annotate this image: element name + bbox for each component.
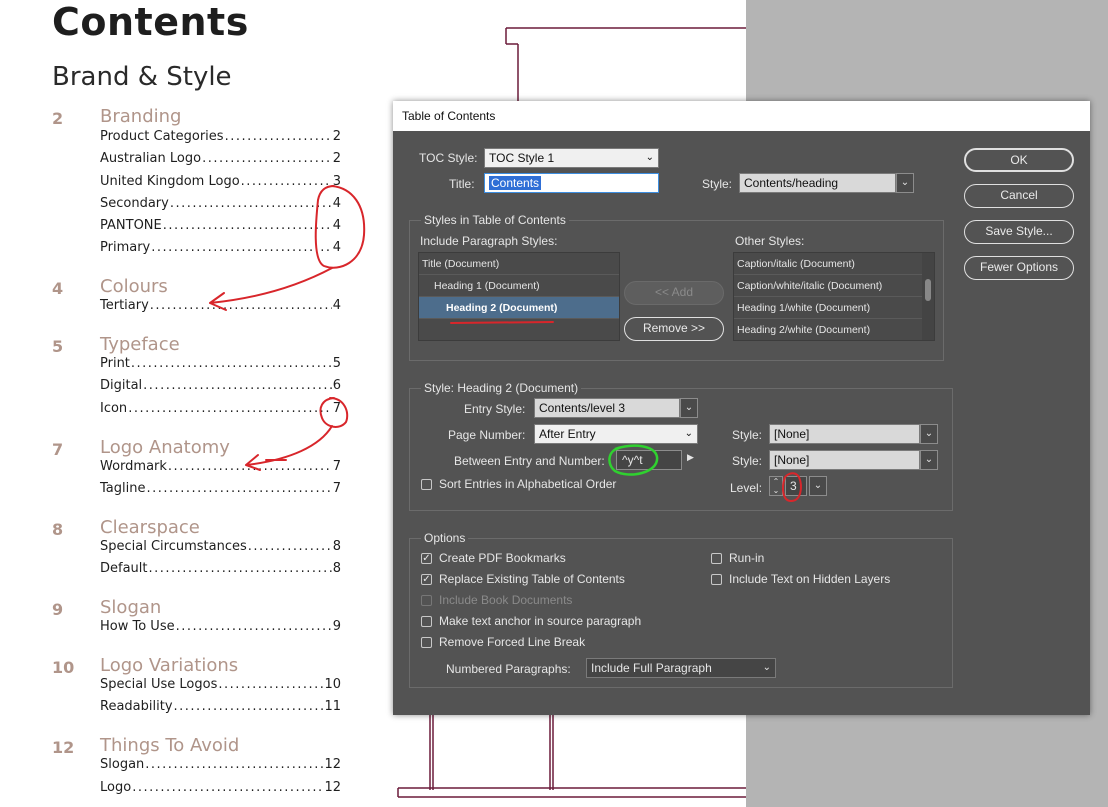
- toc-entry: Secondary 4: [100, 196, 341, 216]
- toc-entry: Wordmark 7: [100, 459, 341, 479]
- toc-entry: Tertiary 4: [100, 298, 341, 318]
- section-heading: Logo Variations: [100, 655, 239, 676]
- entry-text: How To Use: [100, 619, 175, 634]
- toc-entry: Print 5: [100, 356, 341, 376]
- toc-entry: Slogan 12: [100, 757, 341, 777]
- toc-entry: Icon 7: [100, 401, 341, 421]
- toc-entry: PANTONE 4: [100, 218, 341, 238]
- section-heading: Colours: [100, 276, 168, 297]
- page-title: Contents: [52, 0, 249, 44]
- entry-page: 4: [332, 218, 341, 233]
- entry-text: Primary: [100, 240, 151, 255]
- leader-dots: [202, 151, 332, 166]
- toc-entry: Digital 6: [100, 378, 341, 398]
- entry-page: 12: [324, 757, 341, 772]
- entry-text: Australian Logo: [100, 151, 202, 166]
- entry-text: Print: [100, 356, 130, 371]
- entry-page: 2: [332, 129, 341, 144]
- entry-text: Secondary: [100, 196, 169, 211]
- leader-dots: [128, 401, 332, 416]
- red-circle-level-value: [782, 472, 802, 503]
- entry-page: 7: [332, 401, 341, 416]
- toc-entry: Australian Logo 2: [100, 151, 341, 171]
- entry-page: 9: [332, 619, 341, 634]
- toc-entry: Tagline 7: [100, 481, 341, 501]
- entry-text: PANTONE: [100, 218, 162, 233]
- entry-text: Wordmark: [100, 459, 167, 474]
- leader-dots: [218, 677, 323, 692]
- toc-entry: Special Circumstances 8: [100, 539, 341, 559]
- toc-entry: Default 8: [100, 561, 341, 581]
- leader-dots: [149, 561, 332, 576]
- entry-page: 3: [332, 174, 341, 189]
- leader-dots: [145, 757, 323, 772]
- dialog-annotations: [450, 321, 802, 503]
- toc-entry: United Kingdom Logo 3: [100, 174, 341, 194]
- leader-dots: [225, 129, 332, 144]
- entry-page: 6: [332, 378, 341, 393]
- entry-page: 5: [332, 356, 341, 371]
- entry-text: Special Use Logos: [100, 677, 218, 692]
- leader-dots: [150, 298, 332, 313]
- leader-dots: [131, 356, 332, 371]
- section-number: 5: [52, 337, 64, 356]
- leader-dots: [170, 196, 332, 211]
- section-number: 8: [52, 520, 64, 539]
- toc-entry: Logo 12: [100, 780, 341, 800]
- section-number: 12: [52, 738, 75, 757]
- green-circle-between-value: [608, 444, 659, 476]
- section-heading: Slogan: [100, 597, 162, 618]
- entry-text: Product Categories: [100, 129, 224, 144]
- entry-page: 12: [324, 780, 341, 795]
- entry-page: 10: [324, 677, 341, 692]
- leader-dots: [168, 459, 332, 474]
- leader-dots: [174, 699, 324, 714]
- section-heading: Typeface: [100, 334, 180, 355]
- leader-dots: [176, 619, 332, 634]
- entry-page: 7: [332, 459, 341, 474]
- section-heading: Logo Anatomy: [100, 437, 230, 458]
- entry-page: 4: [332, 298, 341, 313]
- section-number: 10: [52, 658, 75, 677]
- entry-text: Readability: [100, 699, 173, 714]
- section-heading: Things To Avoid: [100, 735, 240, 756]
- section-heading: Branding: [100, 106, 182, 127]
- entry-page: 8: [332, 561, 341, 576]
- section-number: 9: [52, 600, 64, 619]
- entry-page: 4: [332, 240, 341, 255]
- entry-page: 11: [324, 699, 341, 714]
- leader-dots: [132, 780, 323, 795]
- entry-text: Digital: [100, 378, 143, 393]
- entry-text: Slogan: [100, 757, 145, 772]
- leader-dots: [248, 539, 332, 554]
- table-of-contents-dialog: Table of Contents TOC Style: TOC Style 1…: [393, 101, 1090, 715]
- entry-text: Special Circumstances: [100, 539, 247, 554]
- entry-page: 2: [332, 151, 341, 166]
- section-number: 7: [52, 440, 64, 459]
- entry-page: 8: [332, 539, 341, 554]
- toc-entry: Special Use Logos 10: [100, 677, 341, 697]
- section-number: 2: [52, 109, 64, 128]
- entry-page: 7: [332, 481, 341, 496]
- section-number: 4: [52, 279, 64, 298]
- leader-dots: [151, 240, 331, 255]
- section-heading: Clearspace: [100, 517, 200, 538]
- page-subtitle: Brand & Style: [52, 62, 232, 92]
- entry-text: United Kingdom Logo: [100, 174, 240, 189]
- entry-text: Tertiary: [100, 298, 149, 313]
- toc-entry: Readability 11: [100, 699, 341, 719]
- leader-dots: [146, 481, 331, 496]
- toc-entry: Product Categories 2: [100, 129, 341, 149]
- leader-dots: [143, 378, 332, 393]
- toc-entry: How To Use 9: [100, 619, 341, 639]
- toc-entry: Primary 4: [100, 240, 341, 260]
- entry-text: Default: [100, 561, 148, 576]
- entry-text: Tagline: [100, 481, 146, 496]
- entry-text: Icon: [100, 401, 128, 416]
- entry-page: 4: [332, 196, 341, 211]
- entry-text: Logo: [100, 780, 132, 795]
- leader-dots: [163, 218, 332, 233]
- leader-dots: [241, 174, 332, 189]
- red-underline-heading2: [450, 321, 554, 324]
